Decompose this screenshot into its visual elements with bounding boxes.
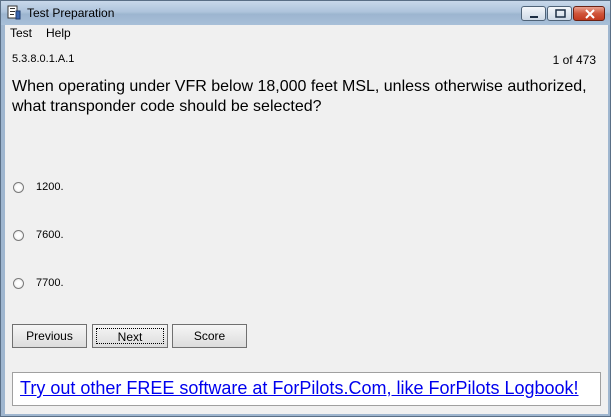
question-text: When operating under VFR below 18,000 fe… bbox=[12, 78, 587, 115]
menu-help[interactable]: Help bbox=[46, 26, 71, 40]
maximize-icon bbox=[555, 9, 566, 18]
score-button[interactable]: Score bbox=[172, 324, 247, 348]
close-button[interactable] bbox=[573, 6, 605, 21]
title-bar[interactable]: Test Preparation bbox=[1, 1, 610, 25]
test-panel: 5.3.8.0.1.A.1 1 of 473 When operating un… bbox=[5, 42, 608, 414]
next-button-label: Next bbox=[96, 328, 164, 344]
minimize-icon bbox=[530, 16, 538, 18]
answer-label: 7700. bbox=[36, 277, 64, 289]
app-icon bbox=[7, 5, 21, 20]
radio-button[interactable] bbox=[13, 278, 24, 289]
previous-button[interactable]: Previous bbox=[12, 324, 87, 348]
window-title: Test Preparation bbox=[27, 6, 115, 20]
menu-test[interactable]: Test bbox=[10, 26, 32, 40]
maximize-button[interactable] bbox=[547, 6, 572, 21]
next-button[interactable]: Next bbox=[92, 324, 168, 348]
answer-label: 7600. bbox=[36, 229, 64, 241]
radio-button[interactable] bbox=[13, 230, 24, 241]
menu-bar: Test Help bbox=[5, 25, 608, 42]
question-counter: 1 of 473 bbox=[552, 53, 596, 67]
close-icon bbox=[585, 9, 595, 19]
minimize-button[interactable] bbox=[521, 6, 546, 21]
radio-button[interactable] bbox=[13, 182, 24, 193]
app-window: Test Preparation Test Help 5.3.8.0.1.A.1… bbox=[0, 0, 611, 417]
promo-link[interactable]: Try out other FREE software at ForPilots… bbox=[20, 378, 579, 399]
question-id: 5.3.8.0.1.A.1 bbox=[12, 53, 75, 65]
answer-label: 1200. bbox=[36, 181, 64, 193]
promo-banner: Try out other FREE software at ForPilots… bbox=[12, 372, 601, 406]
